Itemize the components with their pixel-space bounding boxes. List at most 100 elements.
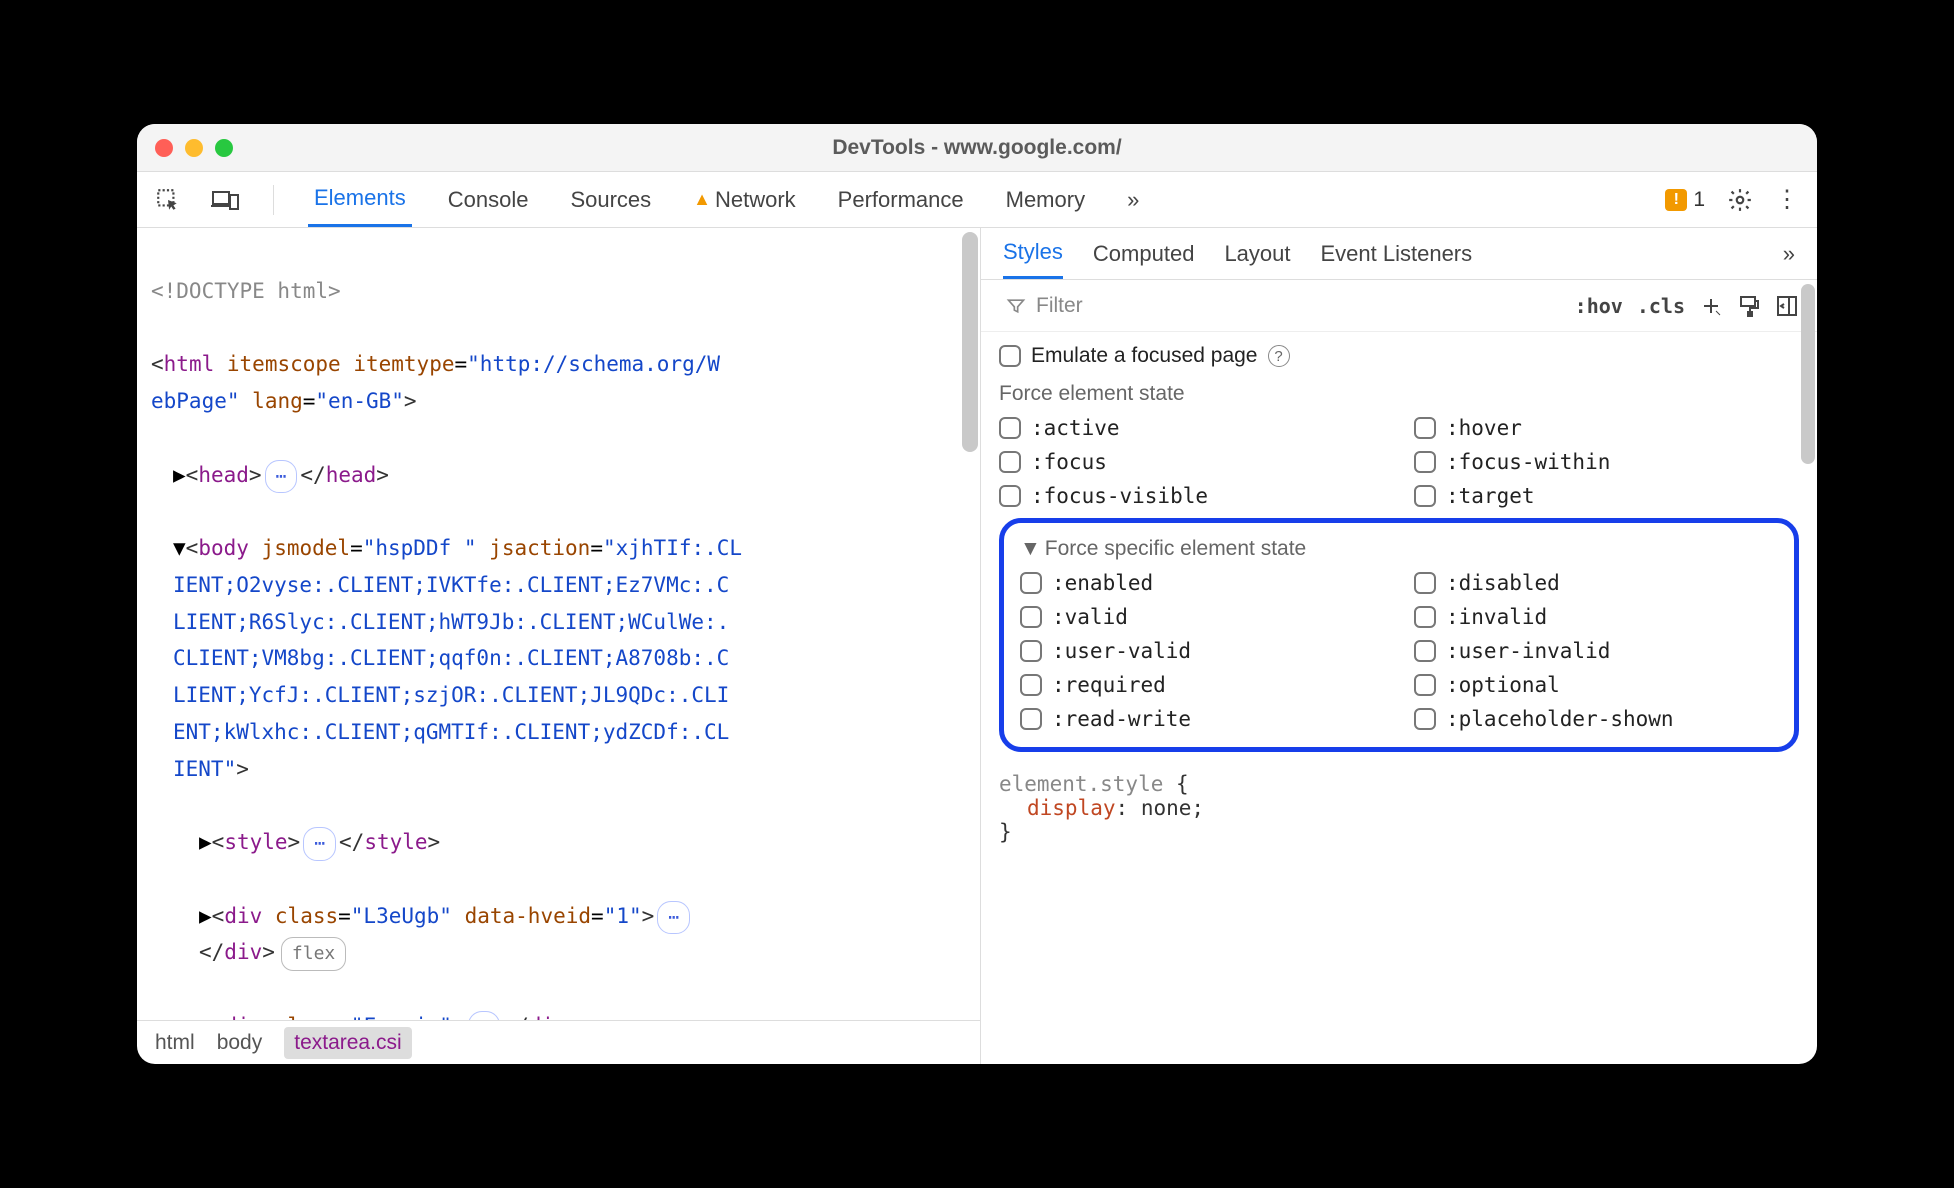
checkbox[interactable] (999, 451, 1021, 473)
breadcrumb-item[interactable]: html (155, 1031, 195, 1055)
checkbox[interactable] (999, 345, 1021, 367)
devtools-window: DevTools - www.google.com/ Elements Cons… (137, 124, 1817, 1064)
css-val[interactable]: none (1141, 796, 1192, 820)
tab-performance[interactable]: Performance (832, 172, 970, 227)
subtabs-overflow[interactable]: » (1783, 228, 1795, 279)
filter-bar: Filter :hov .cls (981, 280, 1817, 332)
emulate-focused-row[interactable]: Emulate a focused page ? (999, 344, 1799, 368)
state-read-write[interactable]: :read-write (1020, 707, 1384, 731)
tabs-overflow[interactable]: » (1121, 172, 1145, 227)
ellipsis-pill[interactable]: ⋯ (468, 1011, 501, 1020)
css-selector: element.style (999, 772, 1163, 796)
checkbox[interactable] (1020, 640, 1042, 662)
tab-elements[interactable]: Elements (308, 172, 412, 227)
breadcrumb: html body textarea.csi (137, 1020, 980, 1064)
dom-html-tag: html (164, 352, 215, 376)
breadcrumb-item[interactable]: body (217, 1031, 263, 1055)
divider (273, 185, 274, 215)
state-placeholder-shown[interactable]: :placeholder-shown (1414, 707, 1778, 731)
scrollbar[interactable] (962, 230, 978, 974)
tab-sources[interactable]: Sources (564, 172, 657, 227)
settings-icon[interactable] (1727, 187, 1753, 213)
checkbox[interactable] (1414, 485, 1436, 507)
dom-doctype: <!DOCTYPE html> (151, 279, 341, 303)
warning-icon: ▲ (693, 189, 711, 210)
subtab-styles[interactable]: Styles (1003, 228, 1063, 279)
checkbox[interactable] (1020, 674, 1042, 696)
inspect-icon[interactable] (155, 187, 181, 213)
subtab-computed[interactable]: Computed (1093, 228, 1195, 279)
force-state-title: Force element state (999, 382, 1799, 406)
tab-network[interactable]: ▲ Network (687, 172, 802, 227)
hov-button[interactable]: :hov (1575, 294, 1623, 318)
tab-memory[interactable]: Memory (1000, 172, 1091, 227)
state-focus[interactable]: :focus (999, 450, 1384, 474)
tab-network-label: Network (715, 187, 796, 213)
styles-panel: Styles Computed Layout Event Listeners »… (981, 228, 1817, 1064)
window-title: DevTools - www.google.com/ (137, 136, 1817, 160)
css-rule-block[interactable]: element.style { display: none; } (981, 772, 1817, 844)
dom-head[interactable]: head (198, 463, 249, 487)
filter-icon (1006, 296, 1026, 316)
filter-input[interactable]: Filter (999, 289, 1561, 323)
issues-count: 1 (1693, 188, 1705, 212)
state-disabled[interactable]: :disabled (1414, 571, 1778, 595)
ellipsis-pill[interactable]: ⋯ (303, 827, 336, 861)
checkbox[interactable] (1414, 417, 1436, 439)
ellipsis-pill[interactable]: ⋯ (657, 901, 690, 935)
help-icon[interactable]: ? (1268, 345, 1290, 367)
state-active[interactable]: :active (999, 416, 1384, 440)
dom-tree[interactable]: <!DOCTYPE html> <html itemscope itemtype… (137, 228, 980, 1020)
state-focus-within[interactable]: :focus-within (1414, 450, 1799, 474)
tab-console[interactable]: Console (442, 172, 535, 227)
force-specific-highlight: ▼Force specific element state :enabled :… (999, 518, 1799, 752)
subtab-event-listeners[interactable]: Event Listeners (1321, 228, 1473, 279)
force-specific-title[interactable]: ▼Force specific element state (1020, 537, 1778, 561)
ellipsis-pill[interactable]: ⋯ (265, 460, 298, 494)
breadcrumb-item-active[interactable]: textarea.csi (284, 1027, 411, 1059)
issues-icon: ! (1665, 189, 1687, 211)
checkbox[interactable] (999, 417, 1021, 439)
devtools-body: <!DOCTYPE html> <html itemscope itemtype… (137, 228, 1817, 1064)
subtab-bar: Styles Computed Layout Event Listeners » (981, 228, 1817, 280)
css-prop[interactable]: display (1027, 796, 1116, 820)
emulate-label: Emulate a focused page (1031, 344, 1258, 368)
state-valid[interactable]: :valid (1020, 605, 1384, 629)
states-panel: Emulate a focused page ? Force element s… (981, 332, 1817, 758)
force-specific-grid: :enabled :disabled :valid :invalid :user… (1020, 571, 1778, 731)
checkbox[interactable] (1020, 572, 1042, 594)
checkbox[interactable] (999, 485, 1021, 507)
state-invalid[interactable]: :invalid (1414, 605, 1778, 629)
state-hover[interactable]: :hover (1414, 416, 1799, 440)
dom-panel: <!DOCTYPE html> <html itemscope itemtype… (137, 228, 981, 1064)
state-user-valid[interactable]: :user-valid (1020, 639, 1384, 663)
device-toggle-icon[interactable] (211, 188, 239, 212)
new-rule-button[interactable] (1699, 294, 1723, 318)
state-required[interactable]: :required (1020, 673, 1384, 697)
subtab-layout[interactable]: Layout (1224, 228, 1290, 279)
computed-panel-icon[interactable] (1775, 294, 1799, 318)
checkbox[interactable] (1414, 606, 1436, 628)
dom-style[interactable]: style (224, 830, 287, 854)
checkbox[interactable] (1020, 606, 1042, 628)
state-enabled[interactable]: :enabled (1020, 571, 1384, 595)
state-target[interactable]: :target (1414, 484, 1799, 508)
issues-badge[interactable]: ! 1 (1665, 188, 1705, 212)
state-optional[interactable]: :optional (1414, 673, 1778, 697)
checkbox[interactable] (1414, 451, 1436, 473)
dom-body[interactable]: body (198, 536, 249, 560)
more-icon[interactable]: ⋮ (1775, 185, 1799, 214)
cls-button[interactable]: .cls (1637, 294, 1685, 318)
checkbox[interactable] (1020, 708, 1042, 730)
checkbox[interactable] (1414, 572, 1436, 594)
state-focus-visible[interactable]: :focus-visible (999, 484, 1384, 508)
flex-badge[interactable]: flex (281, 937, 346, 971)
titlebar: DevTools - www.google.com/ (137, 124, 1817, 172)
checkbox[interactable] (1414, 640, 1436, 662)
checkbox[interactable] (1414, 708, 1436, 730)
force-state-grid: :active :hover :focus :focus-within :foc… (999, 416, 1799, 508)
filter-placeholder: Filter (1036, 294, 1083, 318)
state-user-invalid[interactable]: :user-invalid (1414, 639, 1778, 663)
paint-icon[interactable] (1737, 294, 1761, 318)
checkbox[interactable] (1414, 674, 1436, 696)
